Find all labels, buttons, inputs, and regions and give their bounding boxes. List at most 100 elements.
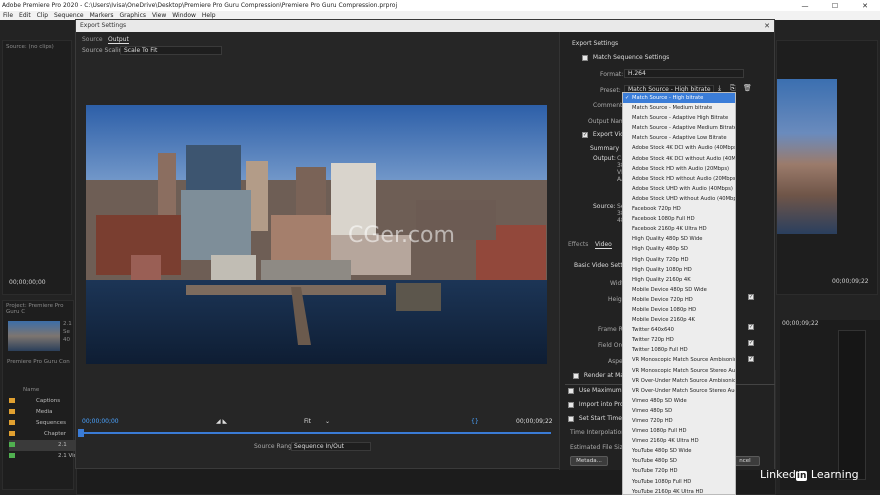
project-tab[interactable]: Project: Premiere Pro Guru C <box>6 303 70 315</box>
preset-option[interactable]: Vimeo 1080p Full HD <box>623 426 735 436</box>
preset-option[interactable]: High Quality 480p SD Wide <box>623 234 735 244</box>
preset-option[interactable]: YouTube 480p SD <box>623 456 735 466</box>
preset-option[interactable]: Adobe Stock HD with Audio (20Mbps) <box>623 164 735 174</box>
summary-header[interactable]: Summary <box>590 145 619 152</box>
preset-option[interactable]: High Quality 720p HD <box>623 255 735 265</box>
preset-option[interactable]: Vimeo 480p SD Wide <box>623 396 735 406</box>
linkedin-learning-logo: Linkedin Learning <box>760 468 859 481</box>
preset-option[interactable]: YouTube 720p HD <box>623 466 735 476</box>
preset-option[interactable]: Facebook 1080p Full HD <box>623 214 735 224</box>
import-into-project-checkbox[interactable] <box>568 401 574 408</box>
menu-file[interactable]: File <box>3 12 13 19</box>
preset-option[interactable]: Match Source - Adaptive Low Bitrate <box>623 133 735 143</box>
preset-option[interactable]: Facebook 2160p 4K Ultra HD <box>623 224 735 234</box>
preset-option[interactable]: Match Source - Adaptive Medium Bitrate <box>623 123 735 133</box>
source-tab[interactable]: Source: (no clips) <box>6 44 68 50</box>
maximize-button[interactable]: ☐ <box>820 2 850 10</box>
tree-row-media[interactable]: Media <box>9 407 75 418</box>
folder-icon <box>9 431 15 436</box>
time-interpolation-label: Time Interpolation: <box>570 429 628 436</box>
set-start-timecode-checkbox[interactable] <box>568 415 574 422</box>
preset-option[interactable]: Twitter 1080p Full HD <box>623 345 735 355</box>
set-in-out-icon[interactable]: {} <box>471 418 479 425</box>
source-range-select[interactable]: Sequence In/Out <box>291 442 371 451</box>
field-order-checkbox[interactable] <box>748 340 754 346</box>
menu-window[interactable]: Window <box>172 12 196 19</box>
preset-option[interactable]: Match Source - Medium bitrate <box>623 103 735 113</box>
preset-option[interactable]: Mobile Device 2160p 4K <box>623 315 735 325</box>
match-sequence-checkbox[interactable] <box>582 54 588 61</box>
preset-option[interactable]: Mobile Device 720p HD <box>623 295 735 305</box>
preset-option[interactable]: VR Over-Under Match Source Stereo Audio <box>623 386 735 396</box>
preset-option[interactable]: VR Over-Under Match Source Ambisonics <box>623 376 735 386</box>
preset-option[interactable]: High Quality 2160p 4K <box>623 275 735 285</box>
source-scaling-select[interactable]: Scale To Fit <box>120 46 222 55</box>
menu-graphics[interactable]: Graphics <box>120 12 147 19</box>
preset-option[interactable]: Vimeo 720p HD <box>623 416 735 426</box>
minimize-button[interactable]: — <box>790 2 820 10</box>
preset-option[interactable]: Adobe Stock UHD with Audio (40Mbps) <box>623 184 735 194</box>
tab-video[interactable]: Video <box>595 241 612 249</box>
tab-effects[interactable]: Effects <box>568 241 588 248</box>
preset-option[interactable]: VR Monoscopic Match Source Ambisonics <box>623 355 735 365</box>
preset-option[interactable]: Facebook 720p HD <box>623 204 735 214</box>
menu-sequence[interactable]: Sequence <box>54 12 84 19</box>
chevron-down-icon: ⌄ <box>324 418 330 425</box>
menu-view[interactable]: View <box>152 12 166 19</box>
menu-markers[interactable]: Markers <box>90 12 114 19</box>
preset-option[interactable]: Adobe Stock HD without Audio (20Mbps) <box>623 174 735 184</box>
tab-source[interactable]: Source <box>82 36 103 43</box>
render-max-checkbox[interactable] <box>573 372 579 379</box>
close-window-button[interactable]: ✕ <box>850 2 880 10</box>
aspect-checkbox[interactable] <box>748 356 754 362</box>
preset-option[interactable]: Adobe Stock 4K DCI without Audio (40Mbps… <box>623 154 735 164</box>
in-point-icon[interactable]: ◢ ◣ <box>216 418 227 425</box>
delete-preset-icon[interactable]: 🗑 <box>743 84 752 92</box>
preset-option[interactable]: VR Monoscopic Match Source Stereo Audio <box>623 366 735 376</box>
format-select[interactable]: H.264 <box>624 69 744 78</box>
tab-output[interactable]: Output <box>108 36 129 44</box>
preset-option[interactable]: Twitter 640x640 <box>623 325 735 335</box>
preset-option[interactable]: High Quality 1080p HD <box>623 265 735 275</box>
menu-help[interactable]: Help <box>202 12 216 19</box>
tree-row-chapter[interactable]: Chapter <box>9 429 75 440</box>
metadata-button[interactable]: Metada... <box>570 456 608 466</box>
height-link-checkbox[interactable] <box>748 294 754 300</box>
preset-option[interactable]: Vimeo 2160p 4K Ultra HD <box>623 436 735 446</box>
preset-option[interactable]: YouTube 1080p Full HD <box>623 477 735 487</box>
use-max-render-checkbox[interactable] <box>568 387 574 394</box>
frame-rate-checkbox[interactable] <box>748 324 754 330</box>
preset-option[interactable]: YouTube 480p SD Wide <box>623 446 735 456</box>
menu-edit[interactable]: Edit <box>19 12 31 19</box>
export-settings-header[interactable]: Export Settings <box>572 40 618 47</box>
preset-option[interactable]: Mobile Device 480p SD Wide <box>623 285 735 295</box>
menu-clip[interactable]: Clip <box>37 12 48 19</box>
preset-option[interactable]: Match Source - Adaptive High Bitrate <box>623 113 735 123</box>
name-column-header[interactable]: Name <box>23 387 39 393</box>
tree-row-sequences[interactable]: Sequences <box>9 418 75 429</box>
summary-output-label: Output: <box>593 155 616 162</box>
preset-option[interactable]: Mobile Device 1080p HD <box>623 305 735 315</box>
clip-info: Se <box>63 329 70 335</box>
project-panel: Project: Premiere Pro Guru C 2.1 Se 40 P… <box>2 300 84 490</box>
basic-video-settings-header[interactable]: Basic Video Settin <box>574 262 628 269</box>
preset-dropdown-list[interactable]: Match Source - High bitrateMatch Source … <box>622 92 736 495</box>
export-video-checkbox[interactable] <box>582 131 588 138</box>
tree-row-captions[interactable]: Captions <box>9 396 75 407</box>
tree-row-video[interactable]: 2.1 Video <box>9 451 84 462</box>
clip-thumbnail[interactable] <box>8 321 60 351</box>
preset-option[interactable]: YouTube 2160p 4K Ultra HD <box>623 487 735 494</box>
source-range-bar[interactable] <box>79 432 551 434</box>
export-preview-image: CGer.com <box>86 105 547 364</box>
preset-option[interactable]: Adobe Stock UHD without Audio (40Mbps) <box>623 194 735 204</box>
preset-option[interactable]: Match Source - High bitrate <box>623 93 735 104</box>
preset-option[interactable]: Adobe Stock 4K DCI with Audio (40Mbps) <box>623 143 735 153</box>
playhead-handle[interactable] <box>78 429 84 437</box>
preset-option[interactable]: Twitter 720p HD <box>623 335 735 345</box>
fit-select[interactable]: Fit ⌄ <box>304 418 330 425</box>
tree-row-sequence-2-1[interactable]: 2.1 <box>9 440 75 451</box>
dialog-close-icon[interactable]: ✕ <box>764 20 770 32</box>
preset-option[interactable]: High Quality 480p SD <box>623 244 735 254</box>
preset-option[interactable]: Vimeo 480p SD <box>623 406 735 416</box>
match-sequence-row[interactable]: Match Sequence Settings <box>582 54 669 61</box>
